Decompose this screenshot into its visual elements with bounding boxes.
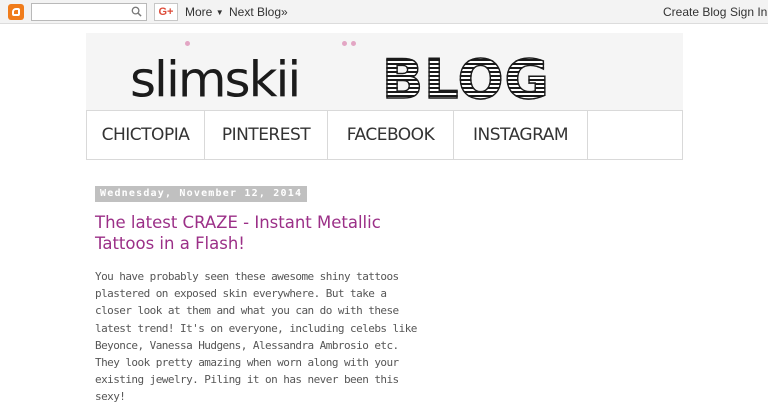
blog-logo-text: slimskii bbox=[130, 51, 301, 109]
pink-dot-icon bbox=[185, 41, 190, 46]
create-blog-link[interactable]: Create Blog bbox=[663, 5, 726, 19]
blogger-logo-icon[interactable] bbox=[8, 4, 24, 20]
more-label: More bbox=[185, 5, 213, 19]
pink-dot-icon bbox=[351, 41, 356, 46]
sign-in-link[interactable]: Sign In bbox=[730, 5, 767, 19]
menu-item-chictopia[interactable]: CHICTOPIA bbox=[86, 111, 205, 159]
main-menu: CHICTOPIA PINTEREST FACEBOOK INSTAGRAM bbox=[86, 110, 683, 160]
next-blog-link[interactable]: Next Blog» bbox=[229, 5, 288, 19]
menu-item-facebook[interactable]: FACEBOOK bbox=[328, 111, 454, 159]
pink-dot-icon bbox=[342, 41, 347, 46]
menu-item-instagram[interactable]: INSTAGRAM bbox=[454, 111, 588, 159]
search-icon[interactable] bbox=[131, 6, 142, 17]
menu-item-pinterest[interactable]: PINTEREST bbox=[205, 111, 328, 159]
google-plus-button[interactable]: G+ bbox=[154, 3, 178, 21]
blog-logo-word: BLOG bbox=[381, 48, 550, 111]
post-title[interactable]: The latest CRAZE - Instant Metallic Tatt… bbox=[95, 212, 425, 254]
search-input[interactable] bbox=[31, 3, 147, 21]
post-date-header: Wednesday, November 12, 2014 bbox=[95, 186, 308, 202]
blogger-navbar: G+ More ▼ Next Blog» Create Blog Sign In bbox=[0, 0, 768, 24]
caret-down-icon: ▼ bbox=[215, 8, 224, 17]
more-menu[interactable]: More ▼ bbox=[185, 5, 224, 19]
post-body-text: You have probably seen these awesome shi… bbox=[95, 270, 417, 404]
blog-header-banner[interactable]: slimskii BLOG bbox=[86, 33, 683, 110]
